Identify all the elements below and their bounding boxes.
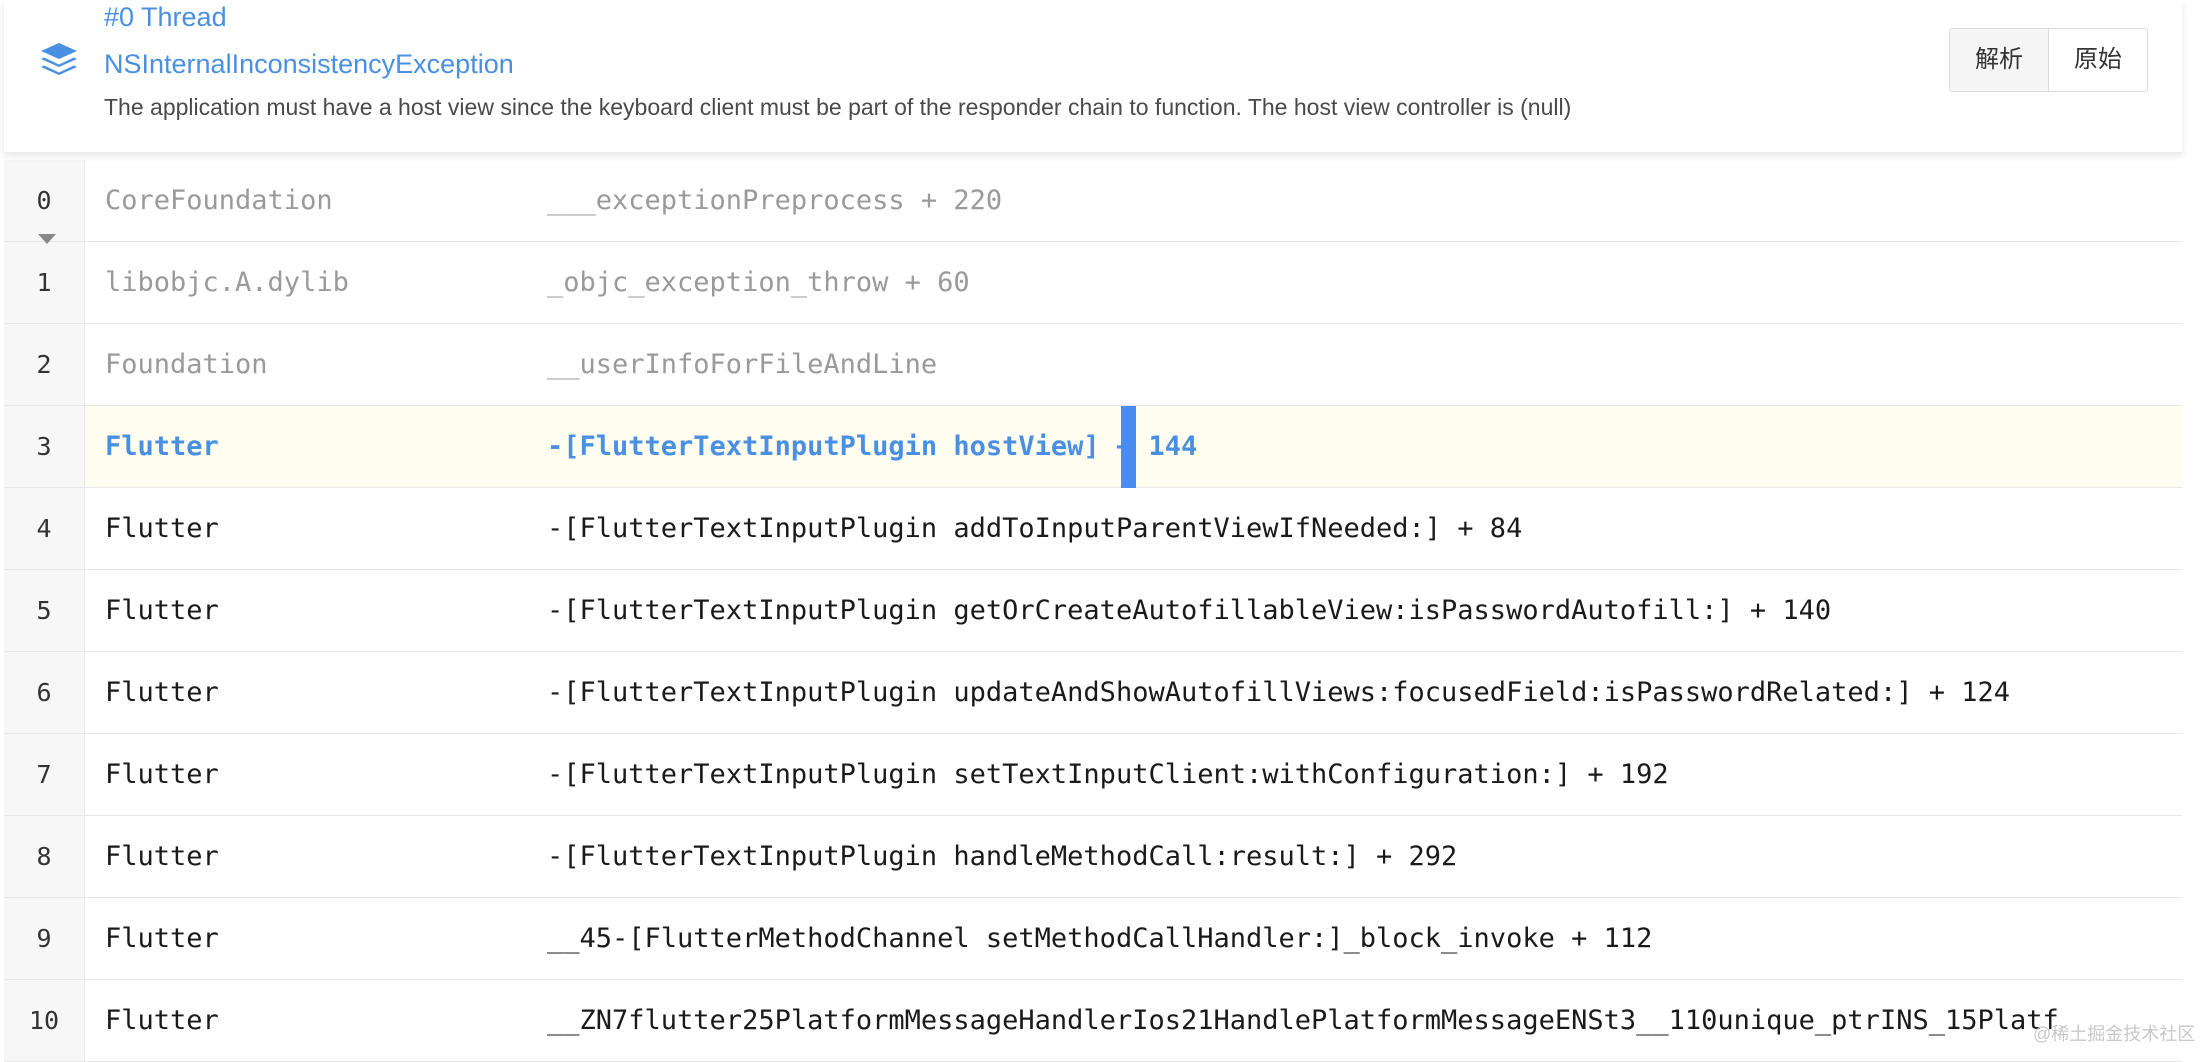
stack-frame-row[interactable]: 10 Flutter __ZN7flutter25PlatformMessage…	[4, 980, 2182, 1062]
parsed-view-button[interactable]: 解析	[1950, 29, 2049, 91]
stack-frame-list: 0 CoreFoundation ___exceptionPreprocess …	[4, 160, 2182, 1062]
frame-index: 9	[36, 924, 52, 953]
frame-symbol: -[FlutterTextInputPlugin setTextInputCli…	[547, 759, 1669, 790]
thread-title[interactable]: #0 Thread	[104, 2, 227, 33]
frame-index: 1	[36, 268, 52, 297]
frame-symbol: -[FlutterTextInputPlugin updateAndShowAu…	[547, 677, 2010, 708]
frame-module: Foundation	[105, 349, 268, 380]
frame-symbol: -[FlutterTextInputPlugin addToInputParen…	[547, 513, 1523, 544]
frame-index: 0	[36, 186, 52, 215]
frame-index: 10	[28, 1006, 60, 1035]
exception-message: The application must have a host view si…	[104, 94, 1572, 120]
stack-frame-row[interactable]: 1 libobjc.A.dylib _objc_exception_throw …	[4, 242, 2182, 324]
view-mode-toggle: 解析 原始	[1949, 28, 2148, 92]
stack-frame-row[interactable]: 5 Flutter -[FlutterTextInputPlugin getOr…	[4, 570, 2182, 652]
frame-symbol: -[FlutterTextInputPlugin hostView] + 144	[547, 431, 1198, 462]
frame-module: CoreFoundation	[105, 185, 333, 216]
stack-frame-row[interactable]: 7 Flutter -[FlutterTextInputPlugin setTe…	[4, 734, 2182, 816]
frame-symbol: -[FlutterTextInputPlugin getOrCreateAuto…	[547, 595, 1832, 626]
stack-frame-row-highlighted[interactable]: 3 Flutter -[FlutterTextInputPlugin hostV…	[4, 406, 2182, 488]
frame-module: Flutter	[105, 1005, 219, 1036]
raw-view-button[interactable]: 原始	[2049, 29, 2147, 91]
frame-index: 5	[36, 596, 52, 625]
frame-symbol: __ZN7flutter25PlatformMessageHandlerIos2…	[547, 1005, 2059, 1036]
frame-index: 8	[36, 842, 52, 871]
exception-header: #0 Thread NSInternalInconsistencyExcepti…	[4, 0, 2182, 153]
frame-module: Flutter	[105, 759, 219, 790]
stack-frame-row[interactable]: 0 CoreFoundation ___exceptionPreprocess …	[4, 160, 2182, 244]
frame-index: 7	[36, 760, 52, 789]
frame-index: 4	[36, 514, 52, 543]
frame-module: Flutter	[105, 513, 219, 544]
exception-name[interactable]: NSInternalInconsistencyException	[104, 49, 514, 80]
frame-symbol: __45-[FlutterMethodChannel setMethodCall…	[547, 923, 1653, 954]
frame-module: Flutter	[105, 431, 219, 462]
crash-detail-panel: #0 Thread NSInternalInconsistencyExcepti…	[4, 0, 2182, 1062]
frame-module: libobjc.A.dylib	[105, 267, 349, 298]
text-cursor	[1121, 406, 1136, 488]
stack-frame-row[interactable]: 6 Flutter -[FlutterTextInputPlugin updat…	[4, 652, 2182, 734]
stack-frame-row[interactable]: 2 Foundation __userInfoForFileAndLine	[4, 324, 2182, 406]
layers-icon	[41, 43, 77, 75]
frame-index: 2	[36, 350, 52, 379]
watermark: @稀土掘金技术社区	[2033, 1024, 2196, 1044]
stack-frame-row[interactable]: 4 Flutter -[FlutterTextInputPlugin addTo…	[4, 488, 2182, 570]
frame-module: Flutter	[105, 677, 219, 708]
frame-module: Flutter	[105, 595, 219, 626]
frame-symbol: _objc_exception_throw + 60	[547, 267, 970, 298]
frame-module: Flutter	[105, 841, 219, 872]
frame-symbol: ___exceptionPreprocess + 220	[547, 185, 1003, 216]
chevron-down-icon[interactable]	[38, 234, 56, 244]
frame-index: 6	[36, 678, 52, 707]
frame-module: Flutter	[105, 923, 219, 954]
frame-symbol: __userInfoForFileAndLine	[547, 349, 938, 380]
frame-index: 3	[36, 432, 52, 461]
frame-symbol: -[FlutterTextInputPlugin handleMethodCal…	[547, 841, 1458, 872]
stack-frame-row[interactable]: 9 Flutter __45-[FlutterMethodChannel set…	[4, 898, 2182, 980]
stack-frame-row[interactable]: 8 Flutter -[FlutterTextInputPlugin handl…	[4, 816, 2182, 898]
